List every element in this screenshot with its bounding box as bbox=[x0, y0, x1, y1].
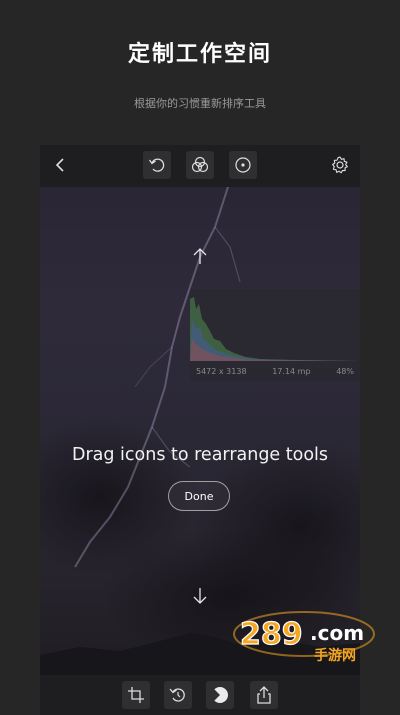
site-watermark-logo: 289 .com 手游网 bbox=[232, 604, 382, 674]
share-icon[interactable] bbox=[250, 681, 278, 709]
done-button[interactable]: Done bbox=[168, 481, 230, 511]
tool-circle-icon[interactable] bbox=[229, 151, 257, 179]
svg-text:.com: .com bbox=[310, 621, 364, 645]
histogram-extra: 48% bbox=[336, 366, 354, 376]
undo-icon[interactable] bbox=[143, 151, 171, 179]
top-toolbar bbox=[40, 145, 360, 187]
gear-icon[interactable] bbox=[326, 151, 354, 179]
crop-icon[interactable] bbox=[122, 681, 150, 709]
filter-icon[interactable] bbox=[186, 151, 214, 179]
bottom-toolbar bbox=[40, 675, 360, 715]
histogram-resolution: 5472 x 3138 bbox=[196, 366, 247, 376]
histogram-panel: 5472 x 3138 17.14 mp 48% bbox=[190, 289, 360, 381]
drag-instruction: Drag icons to rearrange tools bbox=[71, 445, 329, 465]
tone-dial-icon[interactable] bbox=[206, 681, 234, 709]
svg-text:手游网: 手游网 bbox=[314, 647, 356, 664]
histogram-graph bbox=[190, 297, 360, 361]
photo-canvas: 5472 x 3138 17.14 mp 48% Drag icons to r… bbox=[40, 187, 360, 675]
svg-text:289: 289 bbox=[240, 617, 303, 652]
histogram-size: 17.14 mp bbox=[272, 366, 311, 376]
arrow-down-icon bbox=[193, 588, 207, 604]
back-chevron-icon[interactable] bbox=[46, 151, 74, 179]
arrow-up-icon bbox=[193, 248, 207, 264]
histogram-stats: 5472 x 3138 17.14 mp 48% bbox=[190, 361, 360, 381]
promo-title: 定制工作空间 bbox=[127, 42, 272, 67]
promo-subtitle: 根据你的习惯重新排序工具 bbox=[134, 97, 266, 110]
rotate-reset-icon[interactable] bbox=[164, 681, 192, 709]
